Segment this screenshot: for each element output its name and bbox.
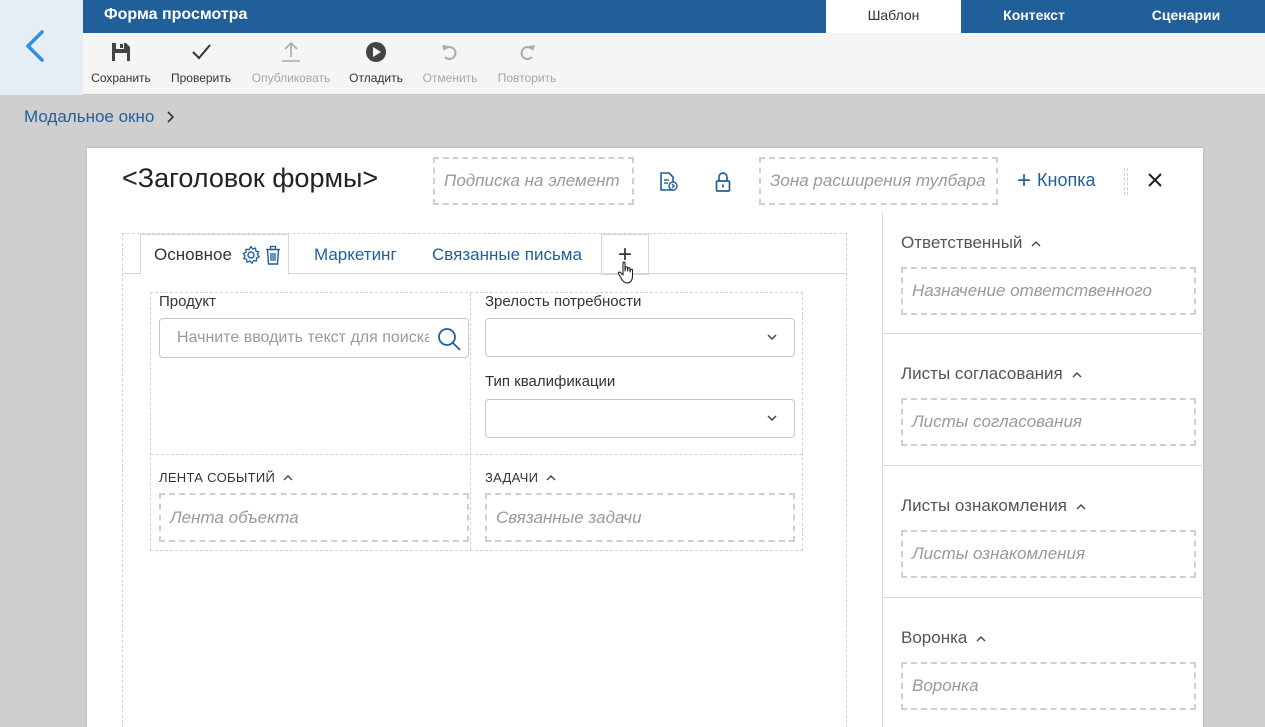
- chevron-up-icon: [1031, 240, 1041, 246]
- chevron-down-icon: [767, 334, 777, 341]
- redo-button[interactable]: Повторить: [493, 33, 561, 95]
- gear-icon[interactable]: [241, 245, 261, 265]
- qualification-select[interactable]: [485, 399, 795, 438]
- tab-template[interactable]: Шаблон: [826, 0, 961, 33]
- redo-label: Повторить: [497, 71, 557, 85]
- tab-main-label: Основное: [154, 244, 232, 264]
- undo-label: Отменить: [422, 71, 478, 85]
- product-search-input[interactable]: Начните вводить текст для поиска: [159, 318, 469, 358]
- lock-icon[interactable]: [711, 170, 735, 194]
- responsible-zone[interactable]: Назначение ответственного: [901, 267, 1196, 315]
- familiarization-sheets-section: Листы ознакомления Листы ознакомления: [883, 466, 1204, 598]
- chevron-up-icon: [283, 475, 293, 481]
- approval-sheets-zone[interactable]: Листы согласования: [901, 398, 1196, 446]
- familiarization-sheets-header[interactable]: Листы ознакомления: [901, 496, 1086, 516]
- tab-main[interactable]: Основное: [140, 234, 289, 275]
- save-icon: [112, 43, 130, 61]
- undo-icon: [442, 45, 457, 60]
- modal-window: <Заголовок формы> Подписка на элемент Зо…: [87, 148, 1204, 727]
- trash-icon[interactable]: [263, 245, 283, 265]
- app-title: Форма просмотра: [104, 6, 248, 23]
- approval-sheets-title: Листы согласования: [901, 364, 1063, 383]
- approval-sheets-section: Листы согласования Листы согласования: [883, 334, 1204, 466]
- save-label: Сохранить: [91, 71, 151, 85]
- debug-label: Отладить: [349, 71, 403, 85]
- toolbar: Сохранить Проверить Опубликовать Отладит…: [83, 33, 1265, 95]
- add-button[interactable]: + Кнопка: [1017, 166, 1096, 194]
- maturity-label: Зрелость потребности: [485, 293, 642, 310]
- form-content: Основное Маркетинг Связанные письма + Пр…: [122, 233, 847, 727]
- chevron-up-icon: [1072, 371, 1082, 377]
- product-label: Продукт: [159, 293, 216, 310]
- tab-scenarios[interactable]: Сценарии: [1118, 0, 1254, 33]
- responsible-title: Ответственный: [901, 233, 1023, 252]
- grid-divider-vertical: [470, 293, 471, 550]
- chevron-up-icon: [1076, 503, 1086, 509]
- events-feed-zone[interactable]: Лента объекта: [159, 493, 469, 542]
- chevron-up-icon: [976, 635, 986, 641]
- publish-button[interactable]: Опубликовать: [249, 33, 333, 95]
- chevron-right-icon: [167, 111, 175, 123]
- publish-label: Опубликовать: [251, 71, 331, 85]
- familiarization-sheets-zone[interactable]: Листы ознакомления: [901, 530, 1196, 578]
- responsible-section: Ответственный Назначение ответственного: [883, 212, 1204, 334]
- back-panel: [0, 0, 83, 95]
- funnel-zone[interactable]: Воронка: [901, 662, 1196, 710]
- search-icon[interactable]: [436, 326, 462, 352]
- chevron-up-icon: [546, 475, 556, 481]
- grid-divider-horizontal: [151, 454, 802, 455]
- header-separator: [1124, 168, 1128, 195]
- play-icon: [366, 42, 386, 62]
- qualification-label: Тип квалификации: [485, 373, 616, 390]
- tab-context[interactable]: Контекст: [978, 0, 1090, 33]
- check-label: Проверить: [170, 71, 231, 85]
- maturity-select[interactable]: [485, 318, 795, 357]
- redo-icon: [520, 45, 535, 60]
- breadcrumb-link[interactable]: Модальное окно: [24, 107, 154, 127]
- form-tabs: Основное Маркетинг Связанные письма +: [123, 234, 846, 284]
- funnel-section: Воронка Воронка: [883, 598, 1204, 727]
- tab-marketing[interactable]: Маркетинг: [314, 234, 397, 275]
- fields-grid: Продукт Начните вводить текст для поиска…: [150, 292, 803, 551]
- back-arrow-icon[interactable]: [20, 28, 48, 64]
- right-panel: Ответственный Назначение ответственного …: [882, 212, 1204, 727]
- product-placeholder: Начните вводить текст для поиска: [177, 329, 429, 346]
- tasks-section-header[interactable]: ЗАДАЧИ: [485, 470, 556, 485]
- check-button[interactable]: Проверить: [167, 33, 235, 95]
- familiarization-sheets-title: Листы ознакомления: [901, 496, 1068, 515]
- subscribe-zone[interactable]: Подписка на элемент: [433, 157, 634, 205]
- form-title: <Заголовок формы>: [122, 163, 379, 193]
- plus-icon: +: [1017, 166, 1032, 194]
- upload-icon: [282, 41, 300, 62]
- add-button-label: Кнопка: [1037, 170, 1096, 190]
- responsible-header[interactable]: Ответственный: [901, 233, 1041, 253]
- breadcrumb: Модальное окно: [24, 107, 176, 127]
- approval-sheets-header[interactable]: Листы согласования: [901, 364, 1082, 384]
- close-icon[interactable]: [1145, 170, 1165, 190]
- undo-button[interactable]: Отменить: [419, 33, 481, 95]
- top-bar: Форма просмотра Шаблон Контекст Сценарии: [83, 0, 1265, 33]
- funnel-title: Воронка: [901, 628, 968, 647]
- check-icon: [192, 44, 211, 60]
- document-export-icon[interactable]: [656, 170, 680, 194]
- related-tasks-zone[interactable]: Связанные задачи: [485, 493, 795, 542]
- funnel-header[interactable]: Воронка: [901, 628, 986, 648]
- save-button[interactable]: Сохранить: [89, 33, 153, 95]
- debug-button[interactable]: Отладить: [345, 33, 407, 95]
- chevron-down-icon: [767, 415, 777, 422]
- toolbar-extension-zone[interactable]: Зона расширения тулбара: [759, 157, 998, 205]
- events-section-label: ЛЕНТА СОБЫТИЙ: [159, 470, 276, 485]
- tab-related-letters[interactable]: Связанные письма: [432, 234, 582, 275]
- tasks-section-label: ЗАДАЧИ: [485, 470, 539, 485]
- hand-cursor-icon: [617, 261, 634, 284]
- events-section-header[interactable]: ЛЕНТА СОБЫТИЙ: [159, 470, 293, 485]
